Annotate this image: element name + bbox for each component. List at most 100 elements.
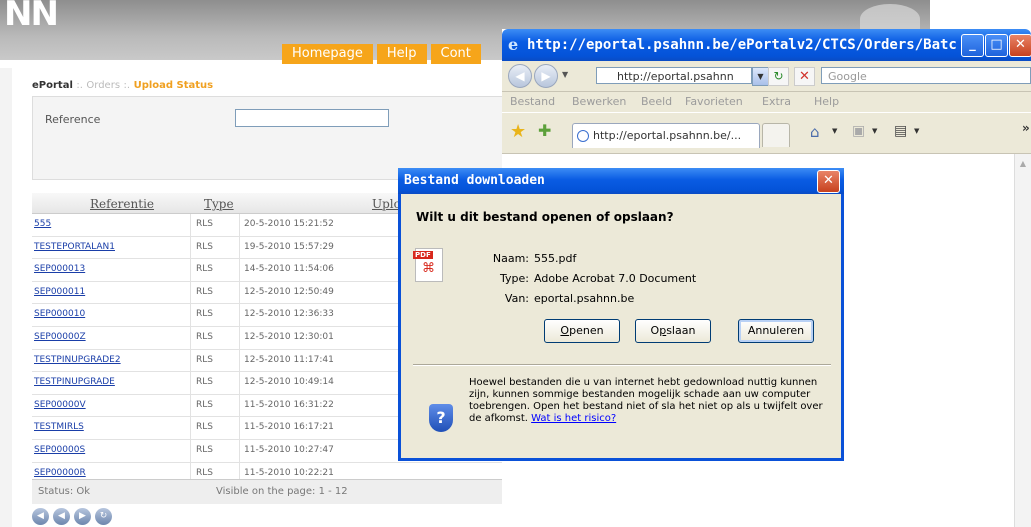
pdf-file-icon: PDF ⌘ bbox=[413, 248, 443, 282]
type-cell: RLS bbox=[196, 264, 213, 275]
security-shield-icon: ? bbox=[429, 404, 453, 432]
ie-title-bar[interactable]: e http://eportal.psahnn.be/ePortalv2/CTC… bbox=[502, 29, 1031, 61]
reference-link[interactable]: TESTPINUPGRADE2 bbox=[34, 355, 121, 365]
open-button[interactable]: Openen bbox=[544, 319, 620, 343]
prev-page-icon[interactable]: ◀ bbox=[53, 508, 70, 525]
reference-input[interactable] bbox=[235, 109, 389, 127]
breadcrumb-eportal[interactable]: ePortal bbox=[32, 80, 73, 91]
reference-label: Reference bbox=[45, 113, 101, 126]
print-icon[interactable]: ▤ bbox=[894, 123, 907, 139]
column-divider bbox=[190, 259, 191, 281]
pdf-tag: PDF bbox=[413, 251, 433, 259]
type-cell: RLS bbox=[196, 331, 213, 342]
column-divider bbox=[239, 281, 240, 304]
reference-link[interactable]: SEP000011 bbox=[34, 287, 85, 297]
breadcrumb-upload-status: Upload Status bbox=[133, 80, 214, 91]
reference-link[interactable]: SEP000010 bbox=[34, 309, 85, 319]
nav-contact[interactable]: Cont bbox=[430, 44, 481, 64]
menu-extra[interactable]: Extra bbox=[762, 95, 791, 108]
breadcrumb-separator: :. bbox=[123, 80, 131, 91]
risk-link[interactable]: Wat is het risico? bbox=[531, 413, 616, 424]
vertical-scrollbar[interactable]: ▲ bbox=[1014, 154, 1031, 527]
forward-arrow-icon[interactable]: ▶ bbox=[534, 64, 558, 88]
address-dropdown-icon[interactable]: ▼ bbox=[752, 67, 769, 86]
type-cell: RLS bbox=[196, 354, 213, 365]
loading-icon bbox=[577, 130, 589, 142]
new-tab-button[interactable] bbox=[762, 123, 790, 147]
menu-bewerken[interactable]: Bewerken bbox=[572, 95, 626, 108]
menu-beeld[interactable]: Beeld bbox=[641, 95, 672, 108]
refresh-icon[interactable]: ↻ bbox=[95, 508, 112, 525]
reference-link[interactable]: TESTEPORTALAN1 bbox=[34, 242, 115, 252]
upload-date-cell: 20-5-2010 15:21:52 bbox=[244, 219, 334, 229]
next-page-icon[interactable]: ▶ bbox=[74, 508, 91, 525]
save-label-prefix: O bbox=[650, 324, 660, 337]
column-header-type[interactable]: Type bbox=[204, 197, 234, 211]
add-favorite-icon[interactable]: ✚ bbox=[538, 121, 551, 140]
ie-navigation-bar: ◀ ▶ ▼ e http://eportal.psahnn ▼ ↻ ✕ Goog… bbox=[502, 61, 1031, 92]
acrobat-icon: ⌘ bbox=[422, 261, 435, 276]
menu-help[interactable]: Help bbox=[814, 95, 839, 108]
reference-link[interactable]: SEP00000R bbox=[34, 468, 86, 478]
download-dialog: Bestand downloaden ✕ Wilt u dit bestand … bbox=[398, 168, 844, 461]
home-icon[interactable]: ⌂ bbox=[810, 123, 820, 141]
minimize-button[interactable]: _ bbox=[961, 34, 984, 57]
first-page-icon[interactable]: ◀ bbox=[32, 508, 49, 525]
type-cell: RLS bbox=[196, 399, 213, 410]
reference-link[interactable]: SEP000013 bbox=[34, 264, 85, 274]
print-dropdown-icon[interactable]: ▼ bbox=[914, 127, 919, 135]
dialog-title-bar[interactable]: Bestand downloaden ✕ bbox=[398, 168, 844, 194]
home-dropdown-icon[interactable]: ▼ bbox=[832, 127, 837, 135]
upload-date-cell: 12-5-2010 11:17:41 bbox=[244, 354, 334, 365]
save-label: slaan bbox=[666, 324, 696, 337]
reference-link[interactable]: TESTMIRLS bbox=[34, 422, 84, 432]
open-accelerator: O bbox=[560, 324, 570, 337]
more-tools-icon[interactable]: » bbox=[1022, 121, 1030, 135]
type-cell: RLS bbox=[196, 444, 213, 455]
column-divider bbox=[190, 349, 191, 372]
reference-link[interactable]: 555 bbox=[34, 219, 51, 229]
dialog-close-button[interactable]: ✕ bbox=[817, 170, 840, 193]
cancel-button[interactable]: Annuleren bbox=[738, 319, 814, 343]
upload-date-cell: 14-5-2010 11:54:06 bbox=[244, 264, 334, 275]
column-divider bbox=[239, 236, 240, 259]
feeds-icon[interactable]: ▣ bbox=[852, 123, 865, 139]
reference-link[interactable]: SEP00000V bbox=[34, 400, 86, 410]
scroll-up-icon[interactable]: ▲ bbox=[1017, 159, 1029, 171]
search-input[interactable]: Google bbox=[821, 67, 1031, 84]
nav-homepage[interactable]: Homepage bbox=[282, 44, 373, 64]
favorites-star-icon[interactable]: ★ bbox=[510, 121, 526, 142]
back-arrow-icon[interactable]: ◀ bbox=[508, 64, 532, 88]
upload-date-cell: 11-5-2010 16:31:22 bbox=[244, 399, 334, 410]
ie-window-title: http://eportal.psahnn.be/ePortalv2/CTCS/… bbox=[527, 37, 957, 53]
dialog-question: Wilt u dit bestand openen of opslaan? bbox=[416, 210, 674, 224]
breadcrumb-orders[interactable]: Orders bbox=[86, 80, 120, 91]
reference-link[interactable]: TESTPINUPGRADE bbox=[34, 377, 115, 387]
close-window-button[interactable]: ✕ bbox=[1009, 34, 1031, 57]
reference-link[interactable]: SEP00000Z bbox=[34, 332, 86, 342]
type-cell: RLS bbox=[196, 219, 213, 229]
security-warning: Hoewel bestanden die u van internet hebt… bbox=[469, 377, 829, 425]
column-header-upload[interactable]: Uplo bbox=[372, 197, 401, 211]
feeds-dropdown-icon[interactable]: ▼ bbox=[872, 127, 877, 135]
site-logo: NN bbox=[4, 0, 59, 34]
history-dropdown-icon[interactable]: ▼ bbox=[562, 70, 568, 79]
nav-help[interactable]: Help bbox=[376, 44, 427, 64]
stop-icon[interactable]: ✕ bbox=[794, 67, 815, 86]
security-warning-text: Hoewel bestanden die u van internet hebt… bbox=[469, 377, 823, 424]
maximize-button[interactable]: □ bbox=[985, 34, 1008, 57]
reference-link[interactable]: SEP00000S bbox=[34, 445, 85, 455]
menu-favorieten[interactable]: Favorieten bbox=[685, 95, 743, 108]
upload-date-cell: 11-5-2010 10:27:47 bbox=[244, 444, 334, 455]
status-text: Status: Ok bbox=[38, 486, 91, 497]
column-divider bbox=[239, 326, 240, 349]
upload-date-cell: 11-5-2010 10:22:21 bbox=[244, 467, 334, 478]
column-header-referentie[interactable]: Referentie bbox=[90, 197, 154, 211]
tab-current-page[interactable]: http://eportal.psahnn.be/... bbox=[572, 123, 760, 148]
save-button[interactable]: Opslaan bbox=[635, 319, 711, 343]
refresh-icon[interactable]: ↻ bbox=[768, 67, 789, 86]
upload-date-cell: 12-5-2010 12:36:33 bbox=[244, 309, 334, 320]
menu-bestand[interactable]: Bestand bbox=[510, 95, 555, 108]
address-bar[interactable]: http://eportal.psahnn bbox=[596, 67, 752, 84]
ie-menu-bar: Bestand Bewerken Beeld Favorieten Extra … bbox=[502, 92, 1031, 112]
